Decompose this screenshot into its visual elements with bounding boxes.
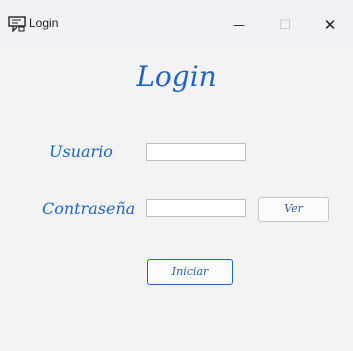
username-field[interactable] [146, 143, 246, 161]
minimize-icon: — [233, 18, 245, 32]
show-password-button[interactable]: Ver [258, 197, 329, 222]
login-heading: Login [136, 60, 217, 93]
close-button[interactable]: ✕ [307, 10, 353, 40]
maximize-icon: ☐ [279, 17, 291, 33]
close-icon: ✕ [323, 16, 337, 34]
password-field[interactable] [146, 199, 246, 217]
login-button[interactable]: Iniciar [147, 259, 233, 285]
title-bar[interactable]: Login — ☐ ✕ [0, 0, 353, 48]
login-window-icon [8, 16, 26, 32]
login-window: Login — ☐ ✕ Login Usuario Contraseña Ver… [0, 0, 353, 351]
password-label: Contraseña [42, 199, 136, 218]
username-label: Usuario [49, 142, 113, 161]
minimize-button[interactable]: — [216, 10, 262, 40]
window-title: Login [29, 16, 59, 30]
maximize-button[interactable]: ☐ [262, 10, 308, 40]
